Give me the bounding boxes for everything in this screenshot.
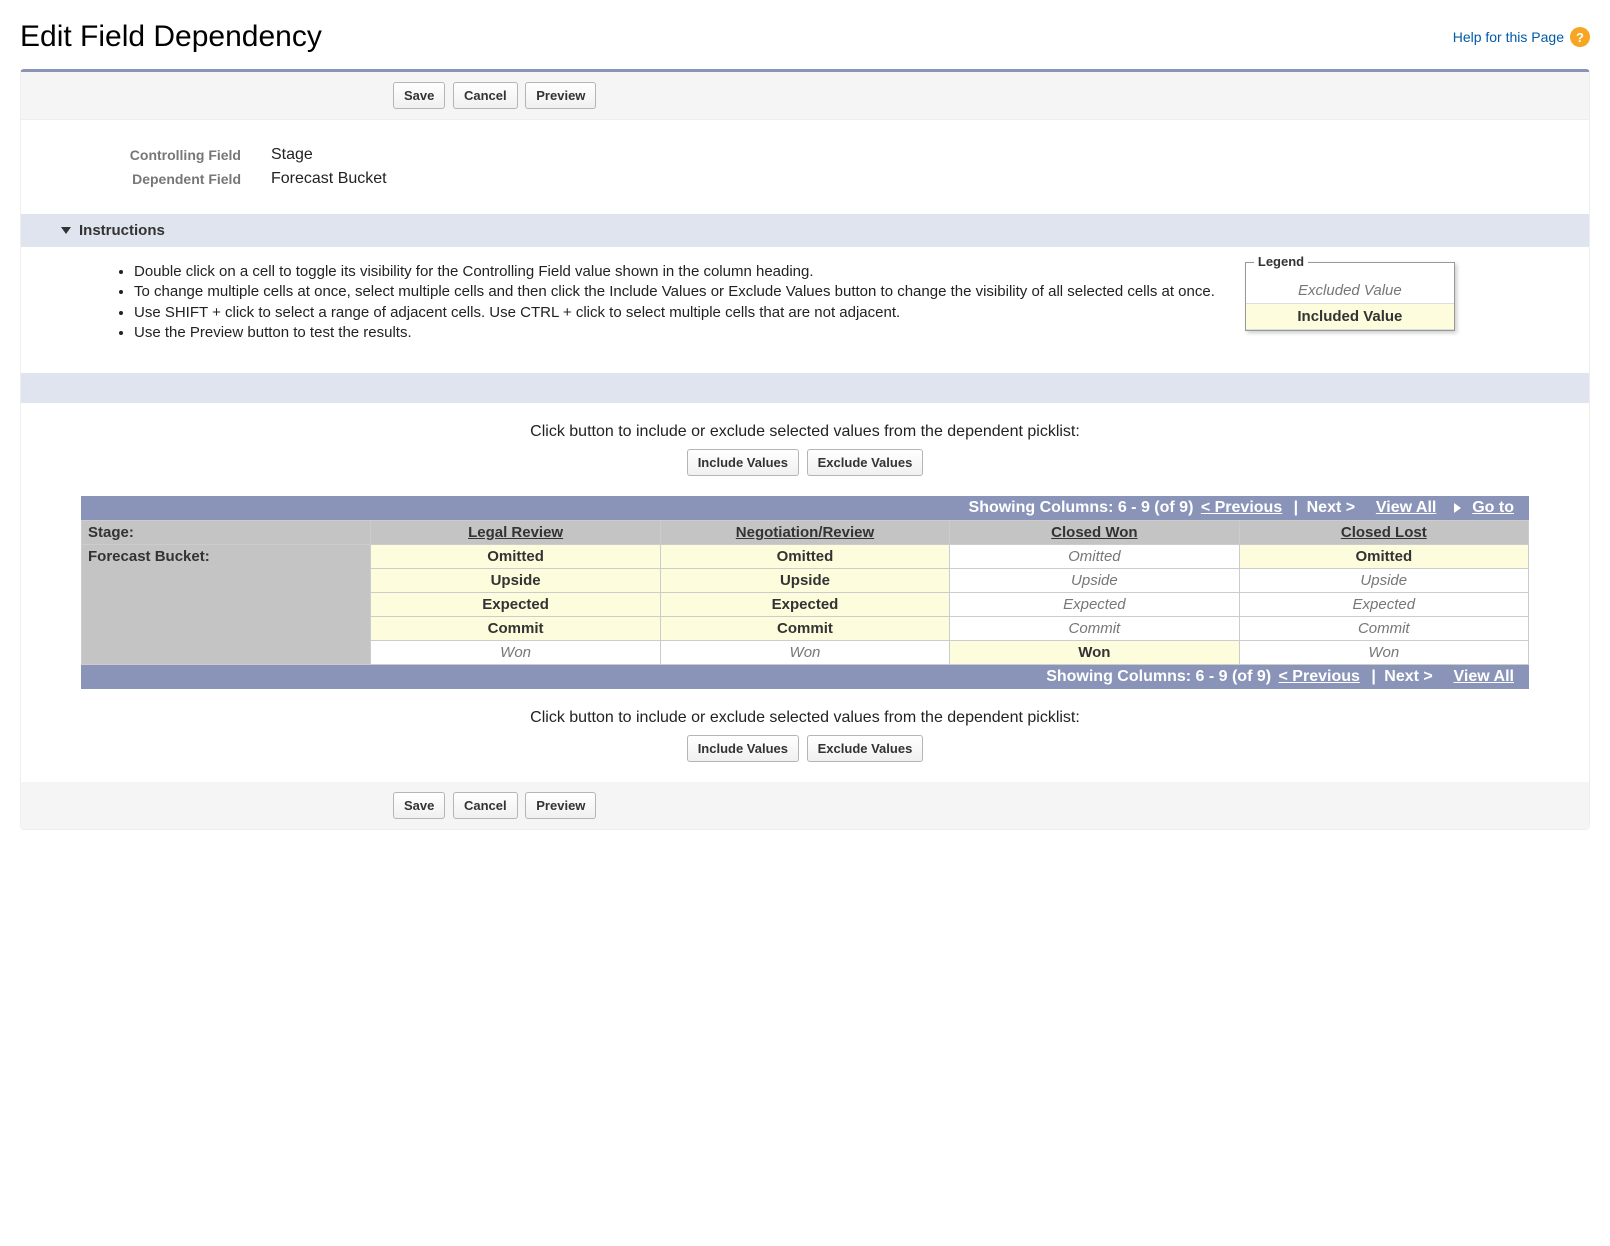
include-values-button[interactable]: Include Values (687, 735, 799, 762)
view-all-link[interactable]: View All (1454, 668, 1514, 685)
nav-showing-label: Showing Columns: 6 - 9 (of 9) (969, 499, 1198, 516)
dep-cell[interactable]: Upside (950, 569, 1239, 593)
preview-button[interactable]: Preview (525, 82, 596, 109)
legend-box: Legend Excluded Value Included Value (1245, 262, 1455, 331)
dependent-field-label: Dependent Field (121, 171, 271, 187)
cancel-button[interactable]: Cancel (453, 792, 518, 819)
dep-cell[interactable]: Upside (660, 569, 949, 593)
exclude-values-button[interactable]: Exclude Values (807, 449, 924, 476)
help-link-label: Help for this Page (1453, 29, 1564, 45)
dep-cell[interactable]: Commit (371, 617, 660, 641)
instructions-header[interactable]: Instructions (21, 214, 1589, 247)
dep-cell[interactable]: Won (950, 641, 1239, 665)
dep-cell[interactable]: Commit (660, 617, 949, 641)
col-header[interactable]: Negotiation/Review (660, 521, 949, 545)
dependent-field-value: Forecast Bucket (271, 170, 387, 188)
instruction-item: Use the Preview button to test the resul… (134, 323, 1215, 343)
instructions-body: Double click on a cell to toggle its vis… (21, 247, 1589, 373)
dep-cell[interactable]: Expected (950, 593, 1239, 617)
arrow-right-icon (1454, 503, 1461, 513)
include-exclude-bottom: Click button to include or exclude selec… (21, 689, 1589, 782)
dep-cell[interactable]: Commit (950, 617, 1239, 641)
legend-title: Legend (1254, 254, 1308, 269)
main-panel: Save Cancel Preview Controlling Field St… (20, 69, 1590, 830)
dep-cell[interactable]: Commit (1239, 617, 1528, 641)
controlling-field-value: Stage (271, 146, 313, 164)
save-button[interactable]: Save (393, 792, 445, 819)
dep-cell[interactable]: Won (1239, 641, 1528, 665)
help-icon: ? (1570, 27, 1590, 47)
go-to-link[interactable]: Go to (1472, 499, 1514, 516)
dep-cell[interactable]: Won (660, 641, 949, 665)
dep-cell[interactable]: Omitted (950, 545, 1239, 569)
bottom-button-bar: Save Cancel Preview (21, 782, 1589, 829)
top-button-bar: Save Cancel Preview (21, 72, 1589, 120)
stage-header: Stage: (82, 521, 371, 545)
dep-cell[interactable]: Omitted (660, 545, 949, 569)
dep-cell[interactable]: Expected (371, 593, 660, 617)
bucket-header: Forecast Bucket: (82, 545, 371, 665)
dep-cell[interactable]: Won (371, 641, 660, 665)
help-link[interactable]: Help for this Page ? (1453, 27, 1590, 47)
prev-link[interactable]: < Previous (1279, 668, 1360, 685)
instruction-item: Double click on a cell to toggle its vis… (134, 262, 1215, 282)
instructions-heading-label: Instructions (79, 222, 165, 239)
controlling-field-label: Controlling Field (121, 147, 271, 163)
dependency-table: Stage: Legal Review Negotiation/Review C… (81, 520, 1529, 665)
exclude-values-button[interactable]: Exclude Values (807, 735, 924, 762)
preview-button[interactable]: Preview (525, 792, 596, 819)
dep-cell[interactable]: Upside (1239, 569, 1528, 593)
cancel-button[interactable]: Cancel (453, 82, 518, 109)
dep-cell[interactable]: Expected (1239, 593, 1528, 617)
next-link-disabled: Next > (1307, 499, 1355, 516)
include-exclude-top: Click button to include or exclude selec… (21, 403, 1589, 496)
instruction-item: Use SHIFT + click to select a range of a… (134, 303, 1215, 323)
nav-bottom: Showing Columns: 6 - 9 (of 9) < Previous… (81, 665, 1529, 689)
legend-excluded: Excluded Value (1246, 278, 1454, 304)
spacer (21, 373, 1589, 403)
chevron-down-icon (61, 227, 71, 234)
dep-cell[interactable]: Omitted (1239, 545, 1528, 569)
instruction-item: To change multiple cells at once, select… (134, 282, 1215, 302)
col-header[interactable]: Closed Lost (1239, 521, 1528, 545)
nav-sep: | (1371, 668, 1375, 685)
prev-link[interactable]: < Previous (1201, 499, 1282, 516)
mid-text: Click button to include or exclude selec… (81, 423, 1529, 441)
field-info: Controlling Field Stage Dependent Field … (21, 120, 1589, 214)
dep-cell[interactable]: Upside (371, 569, 660, 593)
view-all-link[interactable]: View All (1376, 499, 1436, 516)
dep-cell[interactable]: Omitted (371, 545, 660, 569)
instructions-list: Double click on a cell to toggle its vis… (116, 262, 1215, 343)
dep-cell[interactable]: Expected (660, 593, 949, 617)
save-button[interactable]: Save (393, 82, 445, 109)
nav-showing-label: Showing Columns: 6 - 9 (of 9) (1046, 668, 1275, 685)
include-values-button[interactable]: Include Values (687, 449, 799, 476)
nav-top: Showing Columns: 6 - 9 (of 9) < Previous… (81, 496, 1529, 520)
page-title: Edit Field Dependency (20, 20, 322, 54)
grid-wrap: Showing Columns: 6 - 9 (of 9) < Previous… (21, 496, 1589, 689)
next-link-disabled: Next > (1384, 668, 1432, 685)
nav-sep: | (1294, 499, 1298, 516)
legend-included: Included Value (1246, 304, 1454, 330)
col-header[interactable]: Closed Won (950, 521, 1239, 545)
mid-text: Click button to include or exclude selec… (81, 709, 1529, 727)
col-header[interactable]: Legal Review (371, 521, 660, 545)
